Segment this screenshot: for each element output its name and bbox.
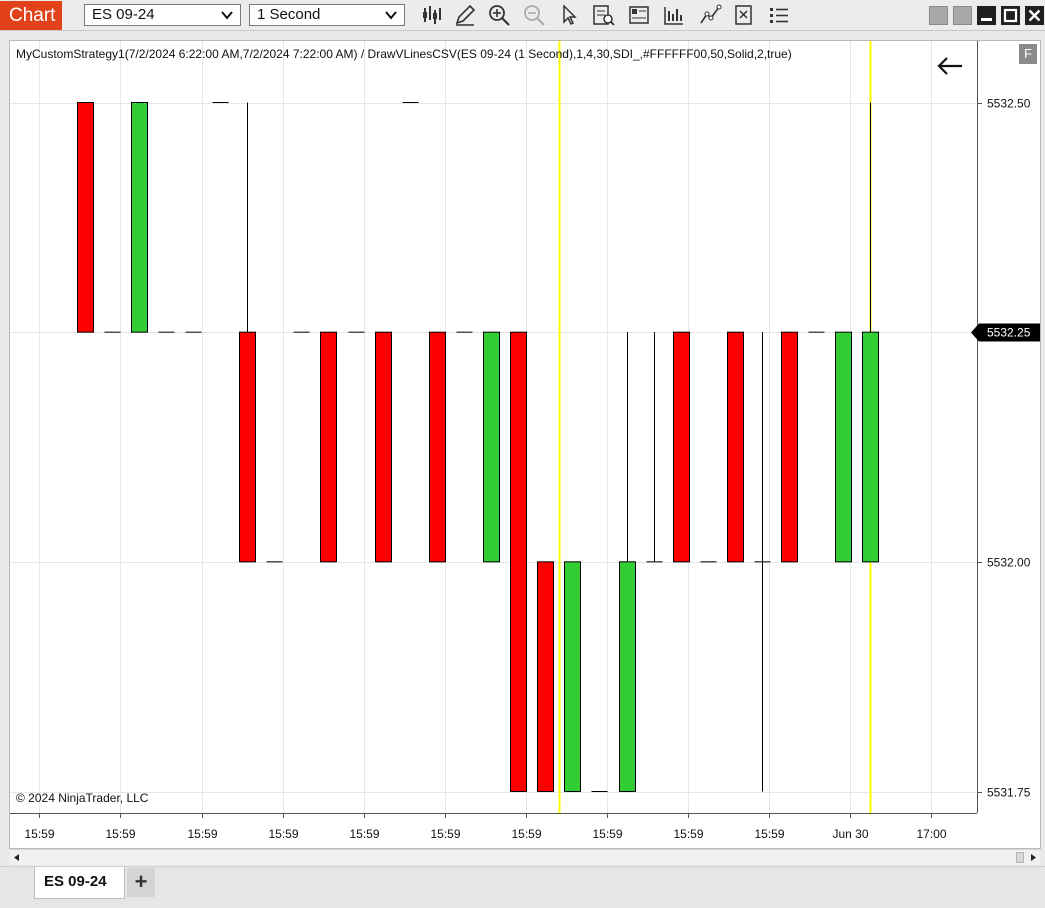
strategies-icon[interactable] — [698, 3, 722, 27]
x-tick-label: 15:59 — [268, 827, 298, 841]
price-chart[interactable]: 5532.50 5532.00 5531.75 5532.25 15:59 15:59 15… — [10, 41, 1040, 849]
x-tick-label: 15:59 — [105, 827, 135, 841]
x-tick-label: 15:59 — [673, 827, 703, 841]
drawing-tools-icon[interactable] — [453, 3, 477, 27]
minimize-button[interactable] — [977, 6, 996, 25]
scroll-thumb[interactable] — [1016, 852, 1024, 863]
properties-icon[interactable] — [767, 3, 791, 27]
x-tick-label: 15:59 — [24, 827, 54, 841]
x-tick-label: 15:59 — [592, 827, 622, 841]
candle-body — [510, 331, 527, 792]
instrument-value: ES 09-24 — [92, 6, 155, 23]
zoom-out-icon[interactable] — [522, 3, 546, 27]
indicator-legend: MyCustomStrategy1(7/2/2024 6:22:00 AM,7/… — [16, 47, 792, 61]
close-icon — [1028, 9, 1041, 22]
zoom-in-icon[interactable] — [487, 3, 511, 27]
f-badge[interactable]: F — [1019, 44, 1037, 64]
y-tick-label: 5531.75 — [987, 786, 1031, 800]
price-marker-label: 5532.25 — [987, 326, 1031, 340]
window-button[interactable] — [929, 6, 948, 25]
copyright-text: © 2024 NinjaTrader, LLC — [16, 791, 149, 805]
maximize-button[interactable] — [1001, 6, 1020, 25]
back-arrow-icon[interactable] — [936, 54, 964, 78]
candle-body — [673, 331, 690, 563]
candle-body — [537, 561, 554, 792]
chart-window-label: Chart — [0, 1, 62, 30]
templates-icon[interactable] — [732, 3, 756, 27]
chart-properties-icon[interactable] — [627, 3, 651, 27]
candle-body — [131, 102, 148, 333]
chevron-down-icon — [385, 11, 397, 20]
candle-body — [239, 331, 256, 563]
x-tick-label: Jun 30 — [832, 827, 868, 841]
chart-toolbar: Chart ES 09-24 1 Second — [0, 0, 1045, 31]
bar-style-icon[interactable] — [420, 3, 444, 27]
instrument-selector[interactable]: ES 09-24 — [84, 4, 241, 26]
scroll-right-icon[interactable] — [1026, 850, 1040, 865]
candle-body — [483, 331, 500, 563]
add-tab-button[interactable]: + — [127, 868, 155, 897]
horizontal-scrollbar[interactable] — [10, 849, 1040, 865]
candle-body — [862, 331, 879, 563]
x-tick-label: 15:59 — [430, 827, 460, 841]
x-tick-label: 15:59 — [511, 827, 541, 841]
candle-body — [619, 561, 636, 792]
candle-body — [320, 331, 337, 563]
x-tick-label: 15:59 — [349, 827, 379, 841]
x-tick-label: 15:59 — [754, 827, 784, 841]
candle-body — [77, 102, 94, 333]
close-button[interactable] — [1025, 6, 1044, 25]
interval-value: 1 Second — [257, 6, 321, 23]
scroll-left-icon[interactable] — [10, 850, 24, 865]
candle-body — [375, 331, 392, 563]
pointer-icon[interactable] — [557, 3, 581, 27]
y-tick-label: 5532.00 — [987, 556, 1031, 570]
tab-es-09-24[interactable]: ES 09-24 — [34, 867, 125, 899]
data-box-icon[interactable] — [591, 3, 615, 27]
candle-body — [429, 331, 446, 563]
candle-body — [781, 331, 798, 563]
indicators-icon[interactable] — [662, 3, 686, 27]
y-tick-label: 5532.50 — [987, 97, 1031, 111]
candle-body — [727, 331, 744, 563]
candle-body — [835, 331, 852, 563]
tab-bar: ES 09-24 + — [0, 866, 1045, 908]
x-tick-label: 17:00 — [916, 827, 946, 841]
maximize-icon — [1003, 8, 1018, 23]
minimize-icon — [981, 18, 992, 21]
x-tick-label: 15:59 — [187, 827, 217, 841]
chevron-down-icon — [221, 11, 233, 20]
candle-body — [564, 561, 581, 792]
window-button[interactable] — [953, 6, 972, 25]
interval-selector[interactable]: 1 Second — [249, 4, 405, 26]
